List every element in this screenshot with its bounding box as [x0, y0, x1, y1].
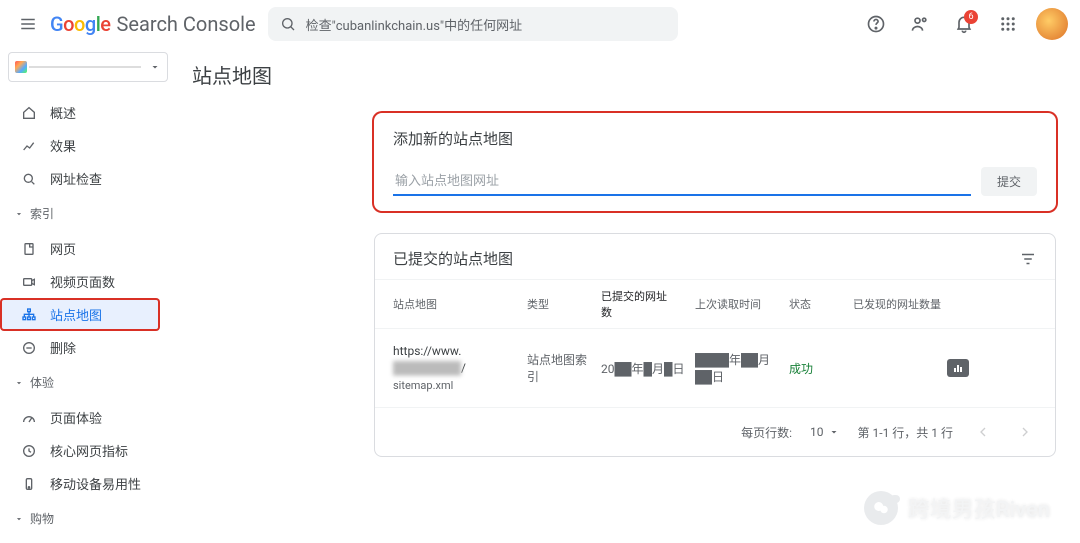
- sidebar-item-label: 移动设备易用性: [50, 474, 141, 493]
- filter-icon: [1019, 250, 1037, 268]
- account-avatar[interactable]: [1036, 8, 1068, 40]
- chevron-down-icon: [14, 378, 24, 388]
- google-search-console-logo[interactable]: Google Search Console: [50, 12, 256, 36]
- speed-icon: [20, 410, 38, 426]
- sidebar-item-home[interactable]: 概述: [0, 96, 160, 129]
- menu-button[interactable]: [8, 4, 48, 44]
- sidebar-item-speed[interactable]: 页面体验: [0, 401, 160, 434]
- sitemap-url-input[interactable]: [393, 167, 971, 196]
- chevron-down-icon: [14, 514, 24, 524]
- sidebar-item-label: 网页: [50, 239, 76, 258]
- favicon-icon: [15, 61, 27, 73]
- rows-per-page-label: 每页行数:: [741, 424, 792, 441]
- sidebar-item-tag[interactable]: 产品摘要: [0, 537, 160, 543]
- page-range-label: 第 1-1 行，共 1 行: [858, 424, 953, 441]
- section-label: 索引: [30, 205, 54, 222]
- app-header: Google Search Console 检查"cubanlinkchain.…: [0, 0, 1080, 48]
- filter-button[interactable]: [1019, 250, 1037, 268]
- sidebar-item-mobile[interactable]: 移动设备易用性: [0, 467, 160, 500]
- card-add-sitemap: 添加新的站点地图 提交: [374, 113, 1056, 211]
- watermark: 跨境男孩Riven: [864, 491, 1050, 525]
- search-icon: [280, 16, 296, 32]
- next-page-button[interactable]: [1013, 420, 1037, 444]
- vitals-icon: [20, 443, 38, 459]
- google-wordmark: Google: [50, 12, 111, 36]
- page-icon: [20, 241, 38, 257]
- sidebar-item-page[interactable]: 网页: [0, 232, 160, 265]
- section-experience-heading[interactable]: 体验: [0, 368, 176, 397]
- search-placeholder-text: 检查"cubanlinkchain.us"中的任何网址: [306, 15, 523, 34]
- section-shopping-heading[interactable]: 购物: [0, 504, 176, 533]
- cell-status: 成功: [789, 360, 849, 377]
- users-button[interactable]: [900, 4, 940, 44]
- sidebar-item-label: 页面体验: [50, 408, 102, 427]
- sidebar-item-sitemap[interactable]: 站点地图: [0, 298, 160, 331]
- sidebar-item-label: 网址检查: [50, 169, 102, 188]
- row-details-button[interactable]: [947, 359, 969, 377]
- property-selector[interactable]: [8, 52, 168, 82]
- card-add-title: 添加新的站点地图: [393, 128, 1037, 149]
- sidebar-item-remove[interactable]: 删除: [0, 331, 160, 364]
- chevron-down-icon: [149, 61, 161, 73]
- sidebar-item-label: 核心网页指标: [50, 441, 128, 460]
- sidebar-item-video[interactable]: 视频页面数: [0, 265, 160, 298]
- product-name: Search Console: [117, 12, 256, 36]
- sitemap-icon: [20, 307, 38, 323]
- section-label: 体验: [30, 374, 54, 391]
- table-header-row: 站点地图 类型 已提交的网址数 上次读取时间 状态 已发现的网址数量: [375, 279, 1055, 328]
- sidebar-item-search[interactable]: 网址检查: [0, 162, 160, 195]
- table-row[interactable]: https://www.████████/ sitemap.xml 站点地图索引…: [375, 328, 1055, 407]
- watermark-text: 跨境男孩Riven: [908, 492, 1050, 524]
- sidebar-item-label: 视频页面数: [50, 272, 115, 291]
- col-submitted[interactable]: 已提交的网址数: [601, 288, 691, 320]
- apps-button[interactable]: [988, 4, 1028, 44]
- sidebar-item-vitals[interactable]: 核心网页指标: [0, 434, 160, 467]
- search-icon: [20, 171, 38, 187]
- col-status: 状态: [789, 296, 849, 312]
- chevron-down-icon: [14, 209, 24, 219]
- sidebar-item-label: 概述: [50, 103, 76, 122]
- chevron-right-icon: [1017, 424, 1033, 440]
- main-content: 站点地图 添加新的站点地图 提交 已提交的站点地图: [176, 48, 1080, 543]
- wechat-icon: [864, 491, 898, 525]
- remove-icon: [20, 340, 38, 356]
- home-icon: [20, 105, 38, 121]
- bar-chart-icon: [952, 362, 964, 374]
- page-title: 站点地图: [192, 48, 1056, 113]
- submit-button[interactable]: 提交: [981, 167, 1037, 196]
- notification-count-badge: 6: [964, 10, 978, 24]
- pagination: 每页行数: 10 第 1-1 行，共 1 行: [375, 407, 1055, 456]
- card-submitted-sitemaps: 已提交的站点地图 站点地图 类型 已提交的网址数: [374, 233, 1056, 457]
- col-sitemap: 站点地图: [393, 296, 523, 312]
- sidebar-item-label: 效果: [50, 136, 76, 155]
- sidebar-item-label: 站点地图: [50, 305, 102, 324]
- prev-page-button[interactable]: [971, 420, 995, 444]
- property-name-redacted: [29, 66, 141, 68]
- col-lastread: 上次读取时间: [695, 296, 785, 312]
- cell-submitted: 20██年█月█日: [601, 360, 691, 377]
- col-type: 类型: [527, 296, 597, 312]
- section-label: 购物: [30, 510, 54, 527]
- notifications-button[interactable]: 6: [944, 4, 984, 44]
- sidebar-item-label: 删除: [50, 338, 76, 357]
- cell-lastread: ████年██月██日: [695, 351, 785, 385]
- col-found: 已发现的网址数量: [853, 296, 943, 312]
- card-list-title: 已提交的站点地图: [393, 248, 513, 269]
- url-inspect-search[interactable]: 检查"cubanlinkchain.us"中的任何网址: [268, 7, 678, 41]
- sidebar-item-chart[interactable]: 效果: [0, 129, 160, 162]
- sidebar: 概述效果网址检查 索引 网页视频页面数站点地图删除 体验 页面体验核心网页指标移…: [0, 48, 176, 543]
- chart-icon: [20, 138, 38, 154]
- cell-type: 站点地图索引: [527, 351, 597, 385]
- help-button[interactable]: [856, 4, 896, 44]
- mobile-icon: [20, 476, 38, 492]
- arrow-down-icon: [679, 298, 691, 310]
- chevron-down-icon: [828, 426, 840, 438]
- cell-url: https://www.████████/ sitemap.xml: [393, 343, 523, 393]
- rows-per-page-select[interactable]: 10: [810, 425, 840, 439]
- video-icon: [20, 274, 38, 290]
- section-index-heading[interactable]: 索引: [0, 199, 176, 228]
- chevron-left-icon: [975, 424, 991, 440]
